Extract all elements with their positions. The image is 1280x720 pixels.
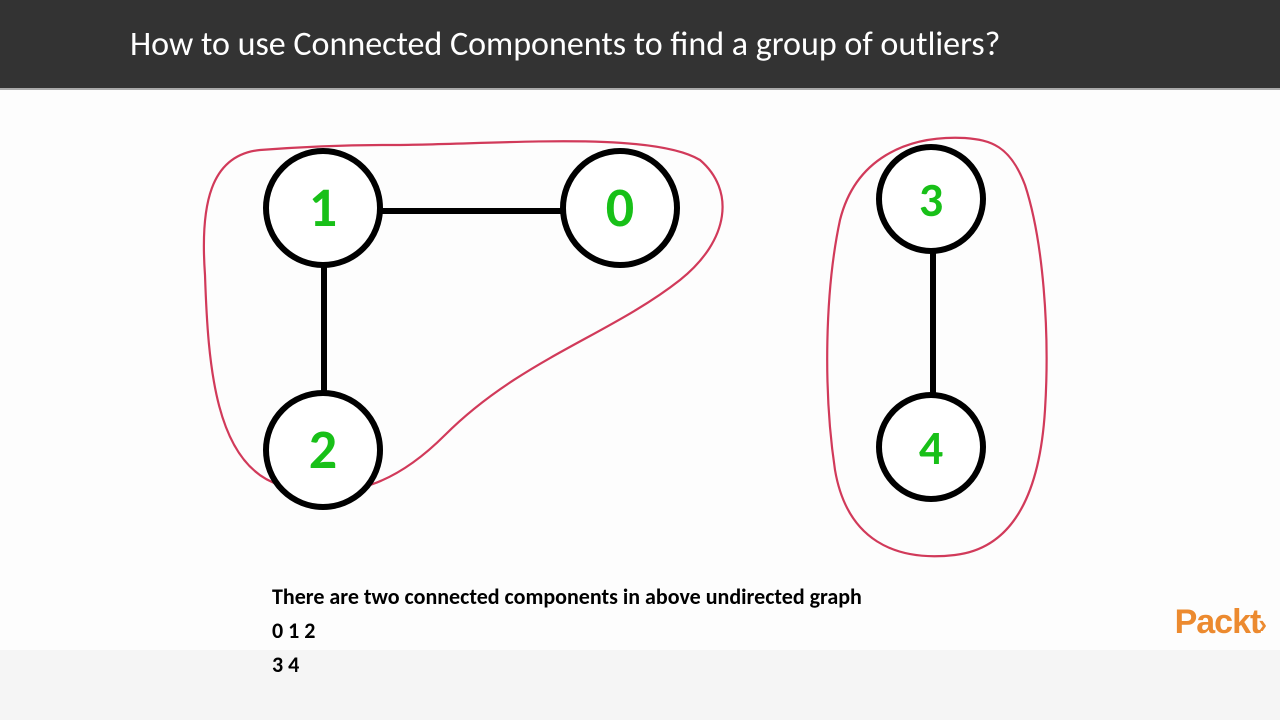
chevron-right-icon: ›	[1258, 609, 1266, 639]
graph-node-4: 4	[876, 392, 986, 502]
description-block: There are two connected components in ab…	[272, 580, 862, 682]
node-label: 4	[919, 418, 943, 477]
graph-node-0: 0	[560, 148, 680, 268]
description-line-2: 0 1 2	[272, 614, 862, 648]
node-label: 3	[919, 170, 943, 229]
graph-node-1: 1	[263, 148, 383, 268]
brand-text: Packt	[1175, 603, 1261, 641]
description-line-1: There are two connected components in ab…	[272, 580, 862, 614]
slide-title: How to use Connected Components to find …	[130, 24, 1000, 65]
edge-3-4	[930, 250, 936, 400]
node-label: 0	[606, 174, 634, 242]
edge-1-2	[321, 260, 327, 400]
edge-1-0	[375, 208, 575, 214]
node-label: 1	[309, 174, 337, 242]
slide-title-bar: How to use Connected Components to find …	[0, 0, 1280, 90]
description-line-3: 3 4	[272, 648, 862, 682]
brand-logo: Packt›	[1175, 603, 1266, 642]
graph-node-2: 2	[263, 390, 383, 510]
node-label: 2	[309, 416, 337, 484]
graph-node-3: 3	[876, 144, 986, 254]
diagram-canvas: 1 0 2 3 4 There are two connected compon…	[0, 90, 1280, 650]
